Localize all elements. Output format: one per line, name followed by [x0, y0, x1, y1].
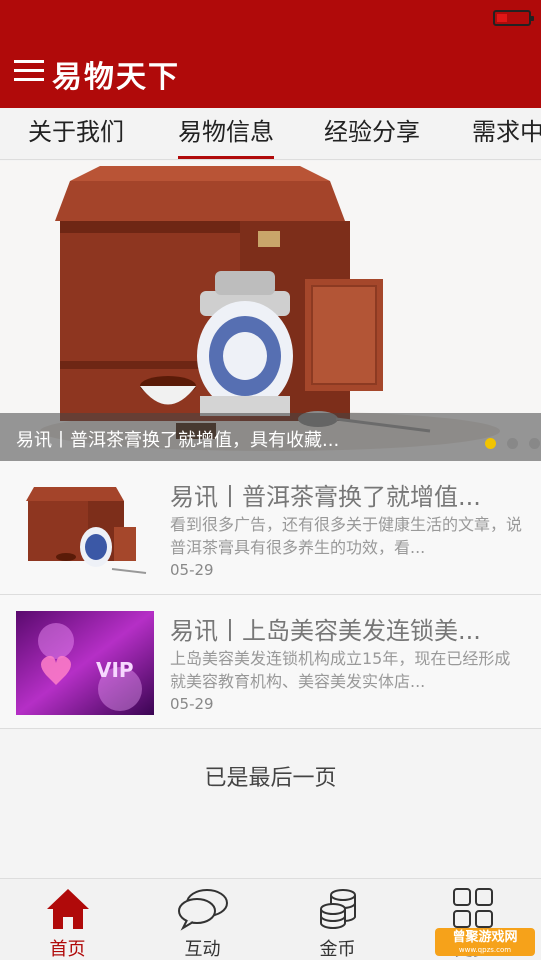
nav-label: 互动: [184, 939, 221, 960]
vip-beauty-thumbnail: VIP: [16, 611, 154, 715]
battery-icon: [493, 10, 534, 26]
nav-label: 金币: [319, 939, 356, 960]
news-summary: 上岛美容美发连锁机构成立15年，现在已经形成就美容教育机构、美容美发实体店...: [170, 649, 511, 691]
home-icon: [47, 889, 89, 929]
app-title: 易物天下: [52, 60, 180, 95]
category-tabs: 关于我们 易物信息 经验分享 需求中: [0, 108, 541, 160]
watermark-logo: 曾聚游戏网 www.qpzs.com: [435, 928, 535, 956]
news-date: 05-29: [170, 695, 214, 713]
banner-caption: 易讯丨普洱茶膏换了就增值，具有收藏...: [16, 430, 340, 451]
chat-bubbles-icon: [178, 889, 228, 931]
news-date: 05-29: [170, 561, 214, 579]
carousel-dot-active[interactable]: [485, 438, 496, 449]
banner-caption-bar[interactable]: 易讯丨普洱茶膏换了就增值，具有收藏...: [0, 413, 541, 461]
news-title: 易讯丨上岛美容美发连锁美...: [170, 617, 481, 645]
end-of-list-note: 已是最后一页: [204, 766, 337, 791]
menu-icon[interactable]: [14, 58, 44, 84]
list-item[interactable]: VIP 易讯丨上岛美容美发连锁美... 上岛美容美发连锁机构成立15年，现在已经…: [0, 595, 541, 729]
nav-home[interactable]: 首页: [0, 879, 135, 960]
grid-icon: [453, 888, 493, 928]
tab-about-us[interactable]: 关于我们: [28, 108, 124, 159]
tab-barter-info[interactable]: 易物信息: [178, 108, 274, 159]
bottom-nav: 首页 互动 金币 更多 曾聚游戏网 www.qpzs.com: [0, 878, 541, 960]
list-item[interactable]: 易讯丨普洱茶膏换了就增值... 看到很多广告，还有很多关于健康生活的文章，说普洱…: [0, 461, 541, 595]
nav-interact[interactable]: 互动: [135, 879, 270, 960]
tea-box-thumbnail: [16, 477, 154, 581]
carousel-dot[interactable]: [507, 438, 518, 449]
tab-experience-share[interactable]: 经验分享: [324, 108, 420, 159]
tab-demand[interactable]: 需求中: [472, 108, 541, 159]
nav-label: 首页: [49, 939, 86, 960]
news-title: 易讯丨普洱茶膏换了就增值...: [170, 483, 481, 511]
news-summary: 看到很多广告，还有很多关于健康生活的文章，说普洱茶膏具有很多养生的功效，看...: [170, 515, 523, 557]
svg-text:VIP: VIP: [96, 658, 134, 682]
coins-icon: [320, 889, 356, 929]
nav-coins[interactable]: 金币: [270, 879, 405, 960]
app-header: 易物天下: [0, 0, 541, 108]
carousel-dot[interactable]: [529, 438, 540, 449]
